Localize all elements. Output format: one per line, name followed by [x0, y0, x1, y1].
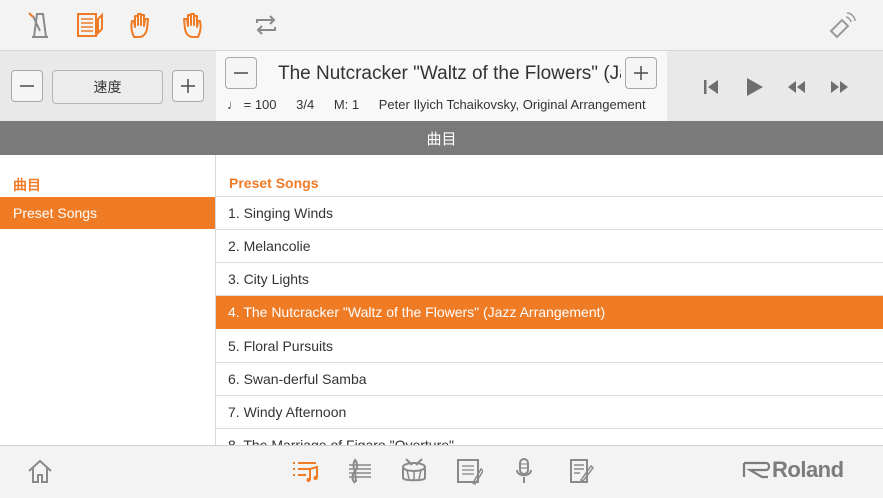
list-title: Preset Songs [229, 175, 319, 191]
tempo-value: ♩ = 100 [227, 97, 277, 112]
roland-logo-mark-icon [742, 461, 771, 479]
notation-icon[interactable] [343, 455, 375, 487]
roland-logo: Roland [742, 455, 860, 485]
drum-icon[interactable] [398, 455, 430, 487]
top-toolbar [0, 0, 883, 51]
song-list-item[interactable]: 3. City Lights [216, 263, 883, 296]
time-signature: 3/4 [296, 97, 315, 112]
brand-text: Roland [772, 457, 844, 482]
notepad-icon[interactable] [565, 455, 597, 487]
sidebar-title: 曲目 [13, 177, 41, 193]
song-list-item[interactable]: 2. Melancolie [216, 230, 883, 263]
tempo-increase-button[interactable] [172, 70, 204, 102]
song-list-item[interactable]: 8. The Marriage of Figaro "Overture" [216, 429, 883, 446]
song-list-item[interactable]: 6. Swan-derful Samba [216, 363, 883, 396]
section-header: 曲目 [0, 121, 883, 155]
song-title: The Nutcracker "Waltz of the Flowers" (J… [278, 63, 621, 84]
play-button[interactable] [740, 74, 768, 100]
right-hand-icon[interactable] [175, 9, 207, 41]
tempo-decrease-button[interactable] [11, 70, 43, 102]
score-page-icon[interactable] [453, 455, 485, 487]
song-info-line: ♩ = 100 3/4 M: 1 Peter Ilyich Tchaikovsk… [227, 96, 662, 114]
song-list-icon[interactable] [289, 455, 321, 487]
rewind-button[interactable] [782, 74, 810, 100]
next-song-button[interactable] [625, 57, 657, 89]
metronome-icon[interactable] [24, 9, 56, 41]
song-list-item[interactable]: 5. Floral Pursuits [216, 330, 883, 363]
sidebar-item-preset-songs[interactable]: Preset Songs [0, 197, 215, 229]
microphone-icon[interactable] [508, 455, 540, 487]
home-icon[interactable] [24, 455, 56, 487]
song-list-item[interactable]: 1. Singing Winds [216, 197, 883, 230]
skip-to-start-button[interactable] [697, 74, 725, 100]
composer: Peter Ilyich Tchaikovsky, Original Arran… [378, 97, 646, 112]
song-list-item-selected[interactable]: 4. The Nutcracker "Waltz of the Flowers"… [216, 296, 883, 329]
section-header-title: 曲目 [426, 130, 457, 148]
measure-number: M: 1 [333, 97, 360, 112]
song-list-item[interactable]: 7. Windy Afternoon [216, 396, 883, 429]
left-hand-icon[interactable] [125, 9, 157, 41]
previous-song-button[interactable] [225, 57, 257, 89]
song-list[interactable]: 1. Singing Winds 2. Melancolie 3. City L… [216, 196, 883, 446]
fast-forward-button[interactable] [826, 74, 854, 100]
loop-icon[interactable] [250, 9, 282, 41]
tempo-button[interactable]: 速度 [52, 70, 163, 104]
score-icon[interactable] [75, 9, 107, 41]
bluetooth-link-icon[interactable] [826, 9, 858, 41]
